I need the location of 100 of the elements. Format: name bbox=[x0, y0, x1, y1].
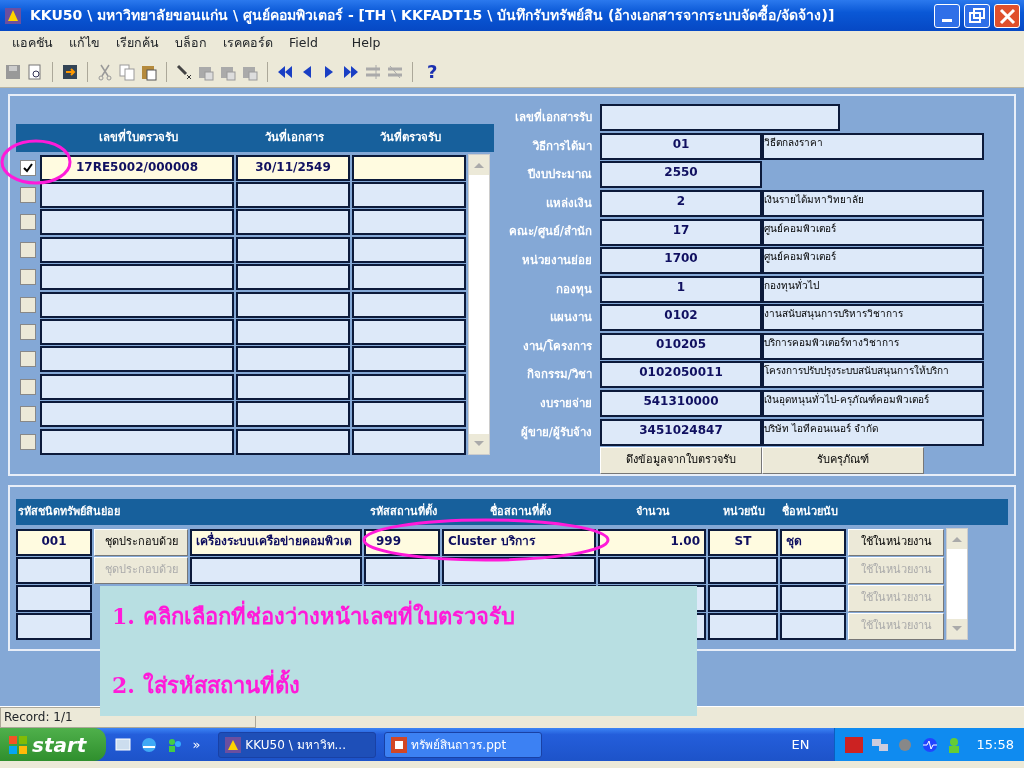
input-field[interactable]: 0102050011 bbox=[600, 361, 762, 389]
network-icon[interactable] bbox=[870, 736, 889, 753]
flashlight-icon[interactable] bbox=[175, 62, 193, 81]
taskbar-button[interactable]: ทรัพย์สินถาวร.ppt bbox=[384, 731, 543, 758]
checkbox[interactable] bbox=[20, 187, 36, 204]
slides-icon bbox=[391, 736, 408, 753]
checkbox[interactable] bbox=[20, 269, 36, 286]
input-field[interactable]: 01 bbox=[600, 132, 762, 160]
scroll-up-icon[interactable] bbox=[947, 529, 967, 549]
column-header: จำนวน bbox=[636, 503, 670, 520]
column-header: เลขที่ใบตรวจรับ bbox=[97, 129, 179, 147]
input-field[interactable]: เงินรายได้มหาวิทยาลัย bbox=[762, 190, 984, 217]
input-field[interactable]: 17 bbox=[600, 218, 762, 246]
input-field[interactable]: ศูนย์คอมพิวเตอร์ bbox=[762, 218, 984, 246]
field-label: วิธีการได้มา bbox=[531, 137, 592, 155]
copy-icon[interactable] bbox=[118, 62, 136, 81]
checkbox[interactable] bbox=[20, 433, 36, 450]
input-field[interactable]: 541310000 bbox=[600, 390, 762, 418]
instruction-text: 2. ใส่รหัสสถานที่ตั้ง bbox=[112, 669, 685, 702]
column-header: ชื่อสถานที่ตั้ง bbox=[489, 503, 551, 520]
checkbox[interactable] bbox=[20, 351, 36, 368]
app-icon bbox=[225, 736, 242, 753]
action-button[interactable]: ดึงข้อมูลจากใบตรวจรับ bbox=[600, 446, 762, 474]
help-button[interactable]: ? bbox=[427, 58, 438, 85]
input-field[interactable]: งานสนับสนุนการบริหารวิชาการ bbox=[762, 304, 984, 332]
input-field[interactable]: 2 bbox=[600, 190, 762, 217]
field-label: งบรายจ่าย bbox=[539, 394, 592, 412]
tray-icon[interactable] bbox=[844, 736, 863, 753]
action-button[interactable]: รับครุภัณฑ์ bbox=[762, 446, 924, 474]
menu-item[interactable]: แอคชัน bbox=[4, 34, 61, 53]
app-icon bbox=[4, 6, 22, 25]
table-cell bbox=[708, 556, 778, 584]
checkbox[interactable] bbox=[20, 159, 36, 176]
input-field[interactable]: 1700 bbox=[600, 247, 762, 275]
field-label: ปีงบประมาณ bbox=[526, 166, 592, 184]
menu-item[interactable]: บล็อก bbox=[167, 34, 215, 53]
print-preview-icon[interactable] bbox=[26, 62, 44, 81]
table-cell: ชุด bbox=[780, 528, 846, 556]
field-label: หน่วยงานย่อย bbox=[521, 252, 592, 270]
input-field[interactable]: กองทุนทั่วไป bbox=[762, 275, 984, 303]
field-label: งาน/โครงการ bbox=[521, 337, 592, 355]
column-header: หน่วยนับ bbox=[723, 503, 765, 520]
checkbox[interactable] bbox=[20, 378, 36, 395]
table-cell: 30/11/2549 bbox=[236, 154, 350, 181]
language-indicator[interactable]: EN bbox=[791, 734, 810, 755]
table-cell: 001 bbox=[16, 528, 92, 556]
table-cell bbox=[780, 612, 846, 640]
input-field[interactable]: วิธีตกลงราคา bbox=[762, 132, 984, 160]
more-button[interactable]: » bbox=[192, 734, 201, 755]
minimize-icon bbox=[942, 19, 952, 22]
menu-item[interactable]: Field bbox=[281, 34, 326, 53]
field-label: แหล่งเงิน bbox=[545, 194, 592, 212]
input-field[interactable]: โครงการปรับปรุงระบบสนับสนุนการให้บริกา bbox=[762, 361, 984, 389]
menu-item[interactable]: เรียกค้น bbox=[108, 34, 167, 53]
input-field[interactable]: 3451024847 bbox=[600, 418, 762, 446]
field-label: ผู้ขาย/ผู้รับจ้าง bbox=[519, 423, 592, 441]
column-header: รหัสสถานที่ตั้ง bbox=[369, 503, 437, 520]
menu-item[interactable]: เรคคอร์ด bbox=[215, 34, 281, 53]
checkbox[interactable] bbox=[20, 296, 36, 313]
input-field[interactable]: 2550 bbox=[600, 161, 762, 189]
input-field[interactable]: 0102 bbox=[600, 304, 762, 332]
column-header: วันที่เอกสาร bbox=[263, 129, 325, 147]
input-field[interactable]: ศูนย์คอมพิวเตอร์ bbox=[762, 247, 984, 275]
input-field[interactable]: บริการคอมพิวเตอร์ทางวิชาการ bbox=[762, 332, 984, 360]
table-cell: เครื่องระบบเครือข่ายคอมพิวเต bbox=[190, 528, 362, 556]
input-field[interactable] bbox=[600, 104, 840, 132]
action-button[interactable]: ชุดประกอบด้วย bbox=[94, 528, 188, 556]
scrollbar[interactable] bbox=[946, 528, 968, 640]
cut-icon[interactable] bbox=[96, 62, 114, 81]
input-field[interactable]: 1 bbox=[600, 275, 762, 303]
checkbox[interactable] bbox=[20, 214, 36, 231]
clock: 15:58 bbox=[976, 735, 1014, 754]
field-label: เลขที่เอกสารรับ bbox=[514, 109, 592, 127]
table-cell: 17RE5002/000008 bbox=[40, 154, 234, 181]
scrollbar[interactable] bbox=[468, 154, 490, 456]
taskbar-button[interactable]: KKU50 \ มหาวิท... bbox=[218, 731, 377, 758]
checkbox[interactable] bbox=[20, 324, 36, 341]
pulse-icon[interactable] bbox=[920, 736, 939, 753]
menu-item[interactable]: แก้ไข bbox=[61, 34, 108, 53]
table-cell bbox=[708, 612, 778, 640]
checkbox[interactable] bbox=[20, 241, 36, 258]
scroll-down-icon[interactable] bbox=[469, 434, 489, 455]
minimize-button[interactable] bbox=[934, 3, 960, 28]
maximize-button[interactable] bbox=[964, 3, 990, 28]
browser-icon[interactable] bbox=[140, 735, 159, 754]
scroll-down-icon[interactable] bbox=[947, 619, 967, 639]
instruction-text: 1. คลิกเลือกที่ช่องว่างหน้าเลขที่ใบตรวจรับ bbox=[112, 600, 685, 633]
user-icon[interactable] bbox=[946, 736, 961, 753]
menu-item[interactable]: Help bbox=[343, 34, 389, 53]
desktop-icon[interactable] bbox=[114, 735, 133, 754]
exit-icon[interactable] bbox=[61, 62, 79, 81]
input-field[interactable]: บริษัท ไอทีคอนเนอร์ จำกัด bbox=[762, 418, 984, 446]
close-button[interactable] bbox=[994, 3, 1020, 28]
input-field[interactable]: เงินอุดหนุนทั่วไป-ครุภัณฑ์คอมพิวเตอร์ bbox=[762, 390, 984, 418]
highlight-ellipse bbox=[0, 139, 72, 185]
table-cell bbox=[780, 556, 846, 584]
action-button[interactable]: ใช้ในหน่วยงาน bbox=[848, 528, 944, 556]
checkbox[interactable] bbox=[20, 406, 36, 423]
scroll-up-icon[interactable] bbox=[469, 155, 489, 175]
input-field[interactable]: 010205 bbox=[600, 332, 762, 360]
